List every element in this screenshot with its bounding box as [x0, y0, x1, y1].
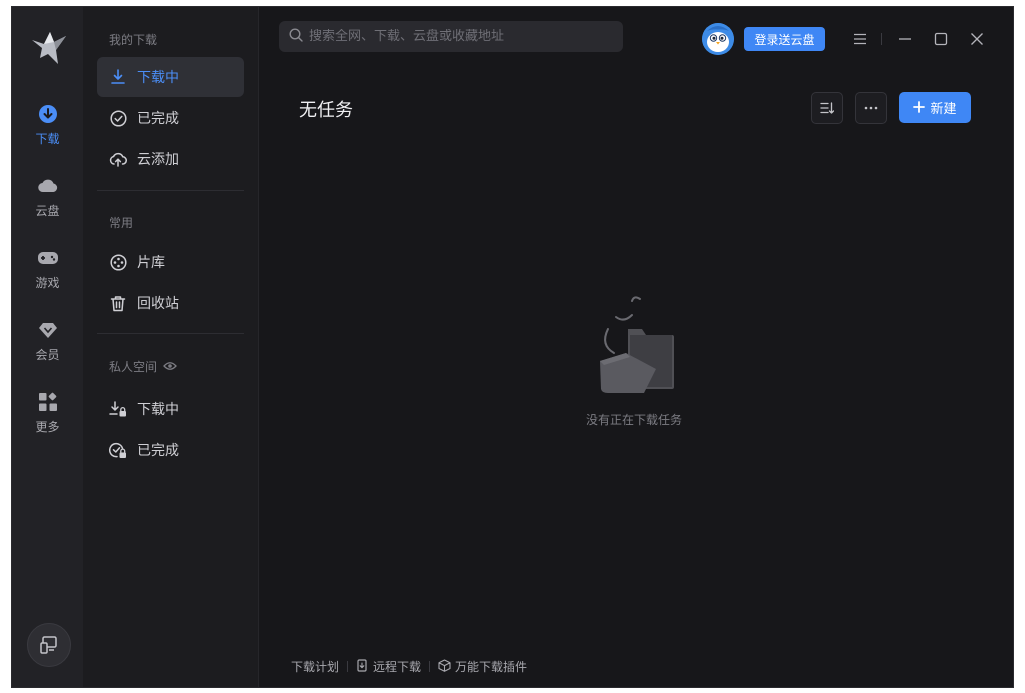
rail-item-cloud[interactable]: 云盘 [18, 175, 78, 247]
close-button[interactable] [965, 27, 989, 51]
footer-link-label: 万能下载插件 [455, 660, 528, 674]
new-task-label: 新建 [930, 102, 957, 117]
maximize-button[interactable] [929, 27, 953, 51]
ellipsis-icon [864, 106, 878, 110]
secondary-nav: 我的下载 下载中 已完成 云添加 常用 片库 回收站 私人空间 下载中 已完成 [83, 7, 259, 687]
sort-icon [820, 102, 834, 114]
empty-folder-icon [586, 295, 682, 399]
cloud-upload-icon [109, 150, 127, 168]
rail-item-label: 下载 [35, 132, 60, 146]
remote-download-link[interactable]: 远程下载 [356, 658, 421, 675]
sort-button[interactable] [811, 92, 843, 124]
nav-divider [97, 333, 244, 334]
maximize-icon [934, 32, 948, 46]
hamburger-menu-icon [854, 33, 866, 45]
rail-item-label: 游戏 [35, 276, 60, 290]
rail-item-games[interactable]: 游戏 [18, 247, 78, 319]
nav-section-title: 我的下载 [109, 33, 158, 47]
eye-icon[interactable] [163, 360, 177, 374]
download-plugin-link[interactable]: 万能下载插件 [438, 658, 527, 675]
menu-button[interactable] [848, 27, 872, 51]
login-button[interactable]: 登录送云盘 [744, 27, 825, 51]
nav-section-title: 私人空间 [109, 360, 158, 374]
rail-item-label: 云盘 [35, 204, 60, 218]
bird-logo-icon [31, 32, 66, 64]
new-task-button[interactable]: 新建 [899, 92, 971, 123]
trash-icon [109, 294, 127, 312]
search-icon [289, 27, 303, 46]
search-box [279, 21, 623, 52]
download-arrow-icon [109, 68, 127, 86]
avatar[interactable] [702, 23, 734, 55]
cloud-icon [37, 175, 59, 197]
app-logo [27, 27, 69, 69]
empty-state-text: 没有正在下载任务 [585, 413, 682, 427]
nav-item-film-library[interactable]: 片库 [97, 242, 244, 282]
main-panel: 登录送云盘 无任务 新建 [259, 7, 1013, 687]
rail-item-download[interactable]: 下载 [18, 103, 78, 175]
nav-section-title: 常用 [109, 216, 134, 230]
device-button[interactable] [27, 623, 71, 667]
nav-item-label: 已完成 [137, 443, 179, 459]
gamepad-icon [37, 247, 59, 269]
close-icon [971, 33, 983, 45]
film-reel-icon [109, 253, 127, 271]
cube-icon [438, 658, 451, 675]
nav-item-label: 片库 [137, 255, 165, 271]
rail-item-vip[interactable]: 会员 [18, 319, 78, 391]
nav-item-label: 下载中 [137, 70, 179, 86]
left-rail: 下载 云盘 游戏 会员 更多 [12, 7, 83, 687]
footer-divider [347, 661, 349, 672]
search-input[interactable] [309, 29, 609, 44]
page-title: 无任务 [299, 100, 353, 121]
title-bar-divider [881, 33, 882, 45]
empty-state: 没有正在下载任务 [559, 295, 709, 428]
rail-item-label: 会员 [35, 348, 60, 362]
plus-icon [913, 99, 926, 117]
nav-item-label: 下载中 [137, 402, 179, 418]
diamond-icon [37, 319, 59, 341]
footer-links: 下载计划 远程下载 万能下载插件 [291, 658, 527, 675]
footer-link-label: 下载计划 [291, 660, 340, 674]
nav-item-label: 云添加 [137, 152, 179, 168]
nav-item-label: 回收站 [137, 296, 179, 312]
more-options-button[interactable] [855, 92, 887, 124]
nav-item-private-downloading[interactable]: 下载中 [97, 389, 244, 429]
download-circle-icon [37, 103, 59, 125]
grid-icon [37, 391, 59, 413]
minimize-icon [899, 38, 911, 40]
app-window: 下载 云盘 游戏 会员 更多 我的下载 下载中 已完成 云添加 常用 片库 回收… [12, 7, 1013, 687]
nav-item-completed[interactable]: 已完成 [97, 98, 244, 138]
download-plan-link[interactable]: 下载计划 [291, 658, 339, 675]
nav-item-label: 已完成 [137, 111, 179, 127]
rail-item-more[interactable]: 更多 [18, 391, 78, 463]
check-lock-icon [109, 441, 127, 459]
check-circle-icon [109, 109, 127, 127]
remote-download-icon [356, 658, 369, 675]
nav-item-downloading[interactable]: 下载中 [97, 57, 244, 97]
nav-item-recycle-bin[interactable]: 回收站 [97, 283, 244, 323]
footer-divider [429, 661, 431, 672]
footer-link-label: 远程下载 [373, 660, 422, 674]
device-icon [40, 636, 57, 654]
minimize-button[interactable] [893, 27, 917, 51]
nav-divider [97, 190, 244, 191]
rail-item-label: 更多 [35, 420, 60, 434]
nav-item-cloud-add[interactable]: 云添加 [97, 139, 244, 179]
nav-item-private-completed[interactable]: 已完成 [97, 430, 244, 470]
download-lock-icon [109, 400, 127, 418]
bird-avatar-icon [702, 23, 734, 55]
nav-section-private: 私人空间 [97, 358, 177, 375]
